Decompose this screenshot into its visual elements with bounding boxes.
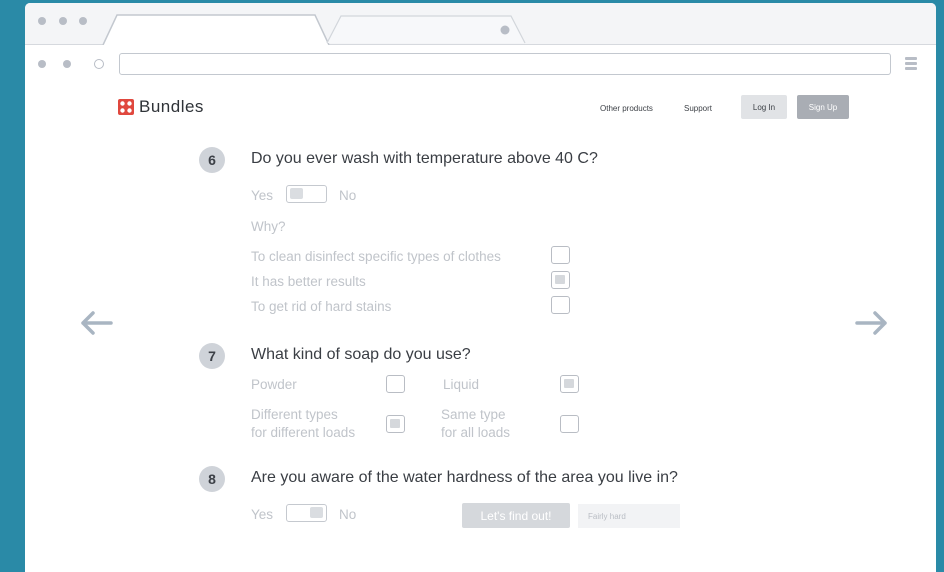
q6-option-label: To clean disinfect specific types of clo… [251, 249, 501, 264]
signup-button[interactable]: Sign Up [797, 95, 849, 119]
q7-option-label: Liquid [443, 377, 480, 392]
question-number-6: 6 [199, 147, 225, 173]
question-title-6: Do you ever wash with temperature above … [251, 150, 598, 167]
question-number-7: 7 [199, 343, 225, 369]
q6-option-checkbox[interactable] [551, 271, 570, 289]
q7-option-label-line2: for different loads [251, 425, 356, 440]
q7-option-checkbox[interactable] [560, 415, 579, 433]
q6-no-label: No [339, 188, 357, 203]
brand-name: Bundles [139, 97, 204, 116]
browser-titlebar [25, 3, 936, 45]
q6-yes-label: Yes [251, 188, 274, 203]
question-number-8: 8 [199, 466, 225, 492]
q7-option-checkbox[interactable] [386, 415, 405, 433]
tab-active[interactable] [102, 14, 330, 45]
forward-icon[interactable] [63, 60, 71, 68]
nav-support[interactable]: Support [684, 104, 712, 113]
tab-inactive[interactable] [326, 15, 526, 44]
arrow-right-icon[interactable] [855, 310, 889, 336]
browser-tabs [102, 14, 526, 45]
page-content: Bundles Other products Support Log In Si… [25, 83, 936, 572]
q7-option-label-line1: Same type [441, 407, 506, 422]
nav-other-products[interactable]: Other products [600, 104, 653, 113]
q8-no-label: No [339, 507, 357, 522]
arrow-left-icon[interactable] [79, 310, 113, 336]
tab-close-icon[interactable] [500, 25, 510, 35]
q7-option-checkbox[interactable] [560, 375, 579, 393]
question-title-8: Are you aware of the water hardness of t… [251, 469, 678, 486]
q7-option-label: Powder [251, 377, 297, 392]
browser-window: Bundles Other products Support Log In Si… [25, 3, 936, 572]
reload-icon[interactable] [94, 59, 104, 69]
q6-option-checkbox[interactable] [551, 246, 570, 264]
q8-yes-no-toggle[interactable] [286, 504, 327, 522]
q7-option-checkbox[interactable] [386, 375, 405, 393]
q6-option-checkbox[interactable] [551, 296, 570, 314]
water-hardness-result: Fairly hard [578, 504, 680, 528]
back-icon[interactable] [38, 60, 46, 68]
q8-yes-label: Yes [251, 507, 274, 522]
q6-option-label: To get rid of hard stains [251, 299, 392, 314]
hamburger-icon[interactable] [905, 57, 917, 71]
q6-option-label: It has better results [251, 274, 366, 289]
login-button[interactable]: Log In [741, 95, 787, 119]
address-bar [25, 45, 936, 83]
q7-option-label-line1: Different types [251, 407, 338, 422]
bundles-logo-icon [118, 99, 134, 115]
find-out-button[interactable]: Let's find out! [462, 503, 570, 528]
question-title-7: What kind of soap do you use? [251, 346, 471, 363]
q6-yes-no-toggle[interactable] [286, 185, 327, 203]
q6-why-label: Why? [251, 219, 286, 234]
brand-logo[interactable]: Bundles [118, 97, 204, 117]
url-input[interactable] [119, 53, 891, 75]
q7-option-label-line2: for all loads [441, 425, 511, 440]
